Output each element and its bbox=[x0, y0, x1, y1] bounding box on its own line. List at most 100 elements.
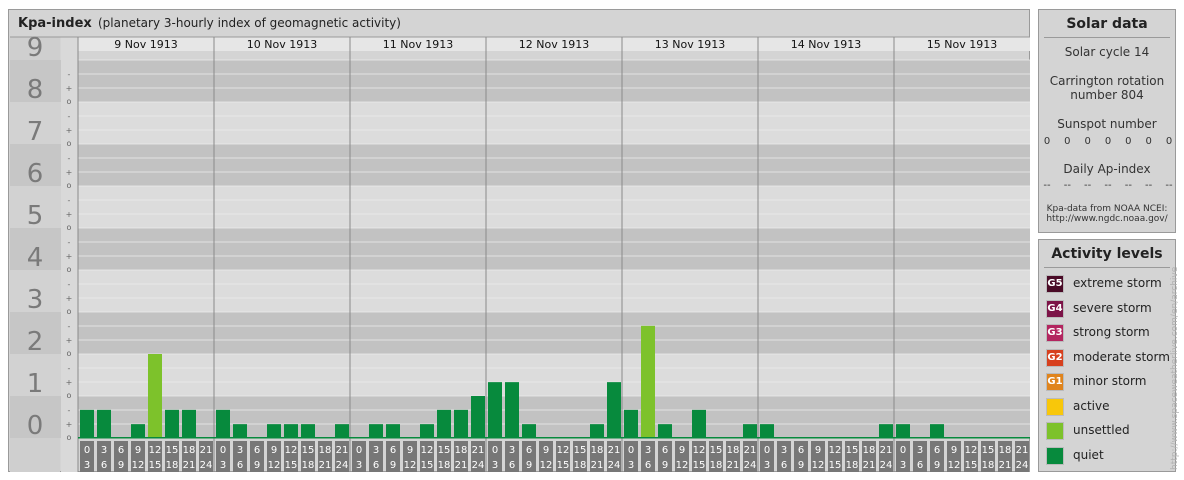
source-line2: http://www.ngdc.noaa.gov/ bbox=[1046, 214, 1168, 224]
y-subtick-label: o bbox=[67, 433, 72, 442]
y-subtick-label: o bbox=[67, 223, 72, 232]
hour-end-label: 18 bbox=[438, 460, 451, 471]
hour-end-label: 9 bbox=[118, 460, 124, 471]
ap-value: -- bbox=[1124, 180, 1132, 191]
kp-bar bbox=[607, 382, 621, 438]
hour-start-label: 12 bbox=[285, 445, 298, 456]
date-label: 9 Nov 1913 bbox=[114, 38, 177, 51]
y-subtick-label: + bbox=[66, 210, 73, 219]
hour-start-label: 21 bbox=[608, 445, 621, 456]
hour-start-label: 12 bbox=[557, 445, 570, 456]
y-subtick-label: o bbox=[67, 265, 72, 274]
activity-level-label: unsettled bbox=[1073, 423, 1130, 437]
kp-bar bbox=[590, 424, 604, 438]
hour-end-label: 12 bbox=[948, 460, 961, 471]
hour-start-label: 3 bbox=[373, 445, 379, 456]
hour-start-label: 0 bbox=[764, 445, 770, 456]
hour-end-label: 15 bbox=[693, 460, 706, 471]
y-subtick-label: o bbox=[67, 307, 72, 316]
y-tick-label: 6 bbox=[27, 159, 44, 189]
kp-bar bbox=[148, 354, 162, 438]
hour-start-label: 12 bbox=[829, 445, 842, 456]
hour-end-label: 9 bbox=[526, 460, 532, 471]
activity-level-label: strong storm bbox=[1073, 325, 1150, 339]
hour-start-label: 6 bbox=[118, 445, 124, 456]
kp-bar bbox=[165, 409, 179, 438]
kp-bar bbox=[386, 424, 400, 438]
y-tick-label: 1 bbox=[27, 369, 44, 399]
y-subtick-label: o bbox=[67, 139, 72, 148]
hour-end-label: 18 bbox=[166, 460, 179, 471]
hour-end-label: 3 bbox=[220, 460, 226, 471]
hour-end-label: 21 bbox=[591, 460, 604, 471]
hour-end-label: 21 bbox=[863, 460, 876, 471]
kp-bar bbox=[267, 424, 281, 438]
kp-bar bbox=[284, 424, 298, 438]
kp-bar bbox=[454, 409, 468, 438]
hour-end-label: 3 bbox=[764, 460, 770, 471]
activity-level-label: severe storm bbox=[1073, 300, 1152, 315]
date-label: 14 Nov 1913 bbox=[791, 38, 861, 51]
hour-start-label: 0 bbox=[492, 445, 498, 456]
date-label: 15 Nov 1913 bbox=[927, 38, 997, 51]
hour-start-label: 21 bbox=[880, 445, 893, 456]
hour-start-label: 12 bbox=[693, 445, 706, 456]
y-subtick-label: o bbox=[67, 391, 72, 400]
y-subtick-label: + bbox=[66, 84, 73, 93]
hour-start-label: 21 bbox=[744, 445, 757, 456]
kp-bar bbox=[743, 424, 757, 438]
hour-end-label: 18 bbox=[846, 460, 859, 471]
sunspot-value: 0 bbox=[1043, 136, 1051, 147]
kp-bar bbox=[760, 424, 774, 438]
hour-start-label: 3 bbox=[645, 445, 651, 456]
hour-start-label: 9 bbox=[815, 445, 821, 456]
hour-end-label: 9 bbox=[662, 460, 668, 471]
hour-end-label: 12 bbox=[540, 460, 553, 471]
y-tick-label: 8 bbox=[27, 75, 44, 105]
kp-bar bbox=[522, 424, 536, 438]
sunspot-value: 0 bbox=[1104, 136, 1112, 147]
hour-start-label: 3 bbox=[917, 445, 923, 456]
kp-bar bbox=[692, 409, 706, 438]
hour-end-label: 15 bbox=[285, 460, 298, 471]
hour-end-label: 21 bbox=[319, 460, 332, 471]
hour-start-label: 21 bbox=[1016, 445, 1029, 456]
hour-end-label: 6 bbox=[509, 460, 515, 471]
activity-level-swatch: G5 bbox=[1046, 275, 1064, 293]
hour-start-label: 9 bbox=[271, 445, 277, 456]
sunspot-values: 0 0 0 0 0 0 0 bbox=[1039, 136, 1175, 150]
kp-bar bbox=[97, 409, 111, 438]
ap-value: -- bbox=[1104, 180, 1112, 191]
hour-start-label: 15 bbox=[846, 445, 859, 456]
hour-end-label: 6 bbox=[781, 460, 787, 471]
hour-start-label: 9 bbox=[135, 445, 141, 456]
date-label: 10 Nov 1913 bbox=[247, 38, 317, 51]
ap-label: Daily Ap-index bbox=[1063, 162, 1151, 176]
hour-end-label: 24 bbox=[744, 460, 757, 471]
activity-level-row: quiet bbox=[1044, 445, 1184, 467]
hour-start-label: 18 bbox=[999, 445, 1012, 456]
kp-bar bbox=[301, 424, 315, 438]
hour-start-label: 9 bbox=[951, 445, 957, 456]
hour-start-label: 0 bbox=[356, 445, 362, 456]
hour-end-label: 12 bbox=[812, 460, 825, 471]
solar-cycle: Solar cycle 14 bbox=[1064, 45, 1150, 59]
y-subtick-label: + bbox=[66, 378, 73, 387]
hour-start-label: 6 bbox=[390, 445, 396, 456]
ap-value: -- bbox=[1145, 180, 1153, 191]
kp-bar bbox=[131, 424, 145, 438]
hour-end-label: 18 bbox=[574, 460, 587, 471]
hour-end-label: 24 bbox=[608, 460, 621, 471]
kp-bar bbox=[437, 409, 451, 438]
hour-start-label: 15 bbox=[710, 445, 723, 456]
hour-end-label: 24 bbox=[1016, 460, 1029, 471]
y-tick-label: 5 bbox=[27, 201, 44, 231]
hour-end-label: 12 bbox=[132, 460, 145, 471]
activity-level-row: G5 extreme storm bbox=[1044, 273, 1184, 295]
activity-level-row: active bbox=[1044, 396, 1184, 418]
hour-start-label: 18 bbox=[319, 445, 332, 456]
y-subtick-label: - bbox=[68, 406, 71, 415]
hour-end-label: 18 bbox=[710, 460, 723, 471]
sunspot-value: 0 bbox=[1145, 136, 1152, 147]
ap-value: -- bbox=[1165, 180, 1173, 191]
